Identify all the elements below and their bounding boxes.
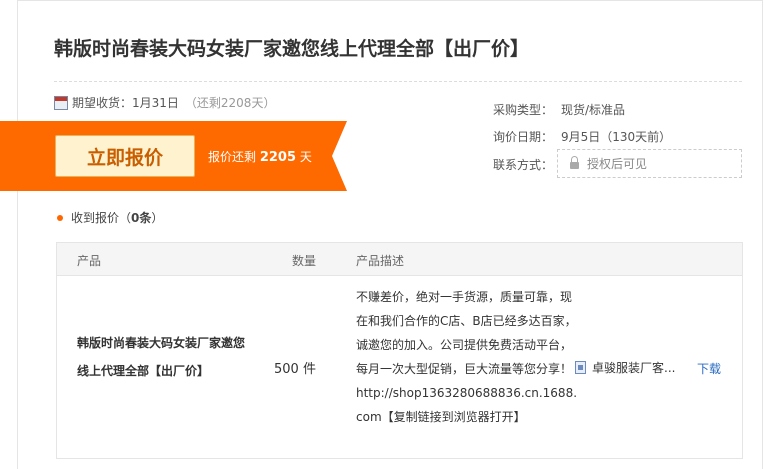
received-quotes: 收到报价（ 0条）	[57, 209, 163, 226]
product-name: 韩版时尚春装大码女装厂家邀您线上代理全部【出厂价】	[77, 336, 246, 378]
expected-delivery-label: 期望收货：1月31日	[72, 96, 179, 110]
lock-icon	[570, 156, 579, 169]
attachment-name: 卓骏服装厂客...	[592, 361, 676, 375]
product-quantity: 500 件	[274, 362, 316, 377]
product-description: 不赚差价，绝对一手货源，质量可靠，现在和我们合作的C店、B店已经多达百家，诚邀您…	[356, 290, 578, 424]
file-icon	[575, 361, 586, 374]
attachment: 卓骏服装厂客...	[575, 359, 675, 376]
header-product: 产品	[77, 254, 102, 268]
expected-delivery-remaining: （还剩2208天）	[184, 96, 276, 110]
download-link[interactable]: 下载	[697, 360, 721, 377]
inquiry-date-value: 9月5日（130天前）	[561, 130, 672, 144]
contact-value: 授权后可见	[587, 157, 648, 171]
page-title: 韩版时尚春装大码女装厂家邀您线上代理全部【出厂价】	[54, 38, 530, 60]
quote-now-button[interactable]: 立即报价	[55, 135, 195, 177]
product-table: 产品 数量 产品描述 韩版时尚春装大码女装厂家邀您线上代理全部【出厂价】 500…	[56, 242, 743, 459]
contact: 联系方式：	[493, 158, 554, 172]
contact-authorize-box[interactable]: 授权后可见	[557, 149, 742, 178]
quote-remaining: 报价还剩 2205 天	[208, 150, 312, 165]
inquiry-date: 询价日期： 9月5日（130天前）	[493, 130, 672, 144]
divider	[54, 81, 742, 82]
table-header: 产品 数量 产品描述	[57, 243, 742, 276]
header-description: 产品描述	[356, 254, 405, 268]
bullet-dot-icon	[57, 214, 63, 221]
header-quantity: 数量	[292, 254, 317, 268]
quote-remaining-days: 2205	[259, 150, 297, 165]
expected-delivery: 期望收货：1月31日 （还剩2208天）	[54, 94, 275, 111]
received-count: 0条	[131, 211, 152, 225]
purchase-type: 采购类型： 现货/标准品	[493, 103, 626, 117]
purchase-type-value: 现货/标准品	[561, 103, 626, 117]
calendar-icon	[54, 95, 68, 110]
